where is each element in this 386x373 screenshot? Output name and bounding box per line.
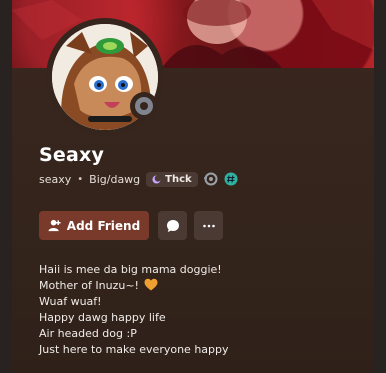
display-name: Seaxy: [39, 144, 105, 166]
idle-status-icon: [135, 97, 153, 115]
add-friend-label: Add Friend: [66, 218, 141, 233]
more-options-button[interactable]: [194, 211, 223, 240]
moon-icon: [152, 174, 162, 184]
hashtag-badge-icon[interactable]: [224, 172, 238, 186]
server-tag-label: Thck: [165, 173, 192, 185]
bio-line-with-heart: Mother of Inuzu~!: [39, 278, 359, 294]
orange-heart-icon: [144, 278, 158, 291]
user-info-line: seaxy • Big/dawg Thck: [39, 169, 238, 189]
username: seaxy: [39, 172, 72, 186]
ellipsis-icon: [202, 224, 215, 227]
message-button[interactable]: [158, 211, 187, 240]
server-tag-badge[interactable]: Thck: [146, 171, 198, 187]
add-friend-button[interactable]: Add Friend: [39, 211, 149, 240]
bio-line: Mother of Inuzu~!: [39, 279, 139, 292]
bio-section: Haii is mee da big mama doggie! Mother o…: [39, 262, 359, 358]
chat-bubble-icon: [166, 219, 179, 232]
pronouns: Big/dawg: [89, 172, 141, 186]
bio-line: Haii is mee da big mama doggie!: [39, 263, 222, 276]
add-user-icon: [48, 219, 61, 232]
status-indicator: [130, 92, 158, 120]
nitro-badge-icon[interactable]: [203, 172, 218, 186]
bio-line: Air headed dog :P: [39, 327, 137, 340]
profile-card: Seaxy seaxy • Big/dawg Thck Add Friend H…: [12, 0, 374, 373]
bio-line: Just here to make everyone happy: [39, 343, 229, 356]
separator: •: [77, 173, 84, 185]
bio-line: Happy dawg happy life: [39, 311, 166, 324]
bio-line: Wuaf wuaf!: [39, 295, 102, 308]
